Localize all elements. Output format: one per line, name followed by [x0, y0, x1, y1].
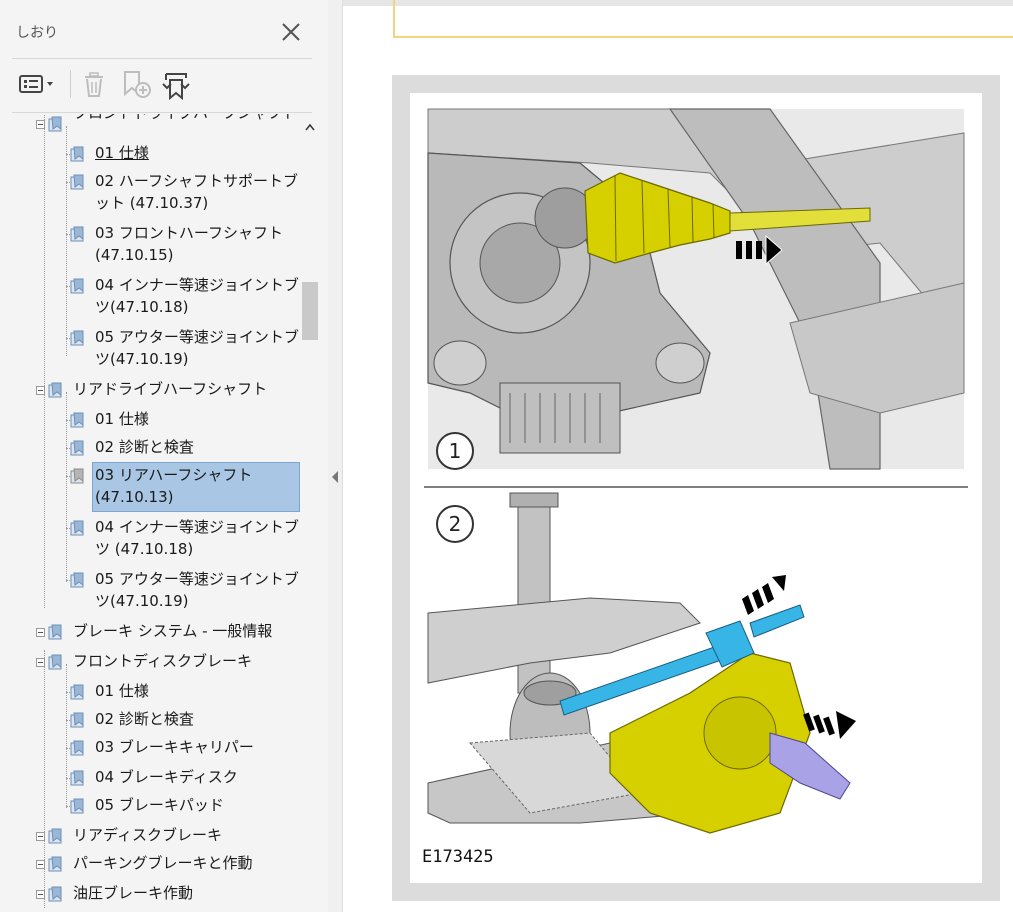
bookmark-label: 01 仕様 — [95, 682, 149, 700]
bookmark-label: 03 リアハーフシャフト — [95, 466, 253, 484]
collapse-toggle-icon[interactable] — [36, 120, 45, 129]
bookmark-icon — [70, 798, 86, 814]
panel-title: しおり — [16, 25, 58, 41]
bookmark-label: 01 仕様 — [95, 144, 149, 162]
bookmark-label-continued: (47.10.15) — [95, 246, 174, 264]
bookmark-icon — [70, 330, 86, 346]
bookmarks-toolbar — [0, 62, 310, 108]
bookmark-label: フロントディスクブレーキ — [73, 652, 252, 670]
scroll-thumb[interactable] — [302, 282, 318, 340]
bookmark-label-continued: ツ (47.10.18) — [95, 540, 194, 558]
tree-guide — [44, 114, 45, 608]
bookmark-icon — [48, 856, 64, 872]
collapse-toggle-icon[interactable] — [36, 890, 45, 899]
bookmark-icon — [48, 654, 64, 670]
tree-scrollbar[interactable] — [300, 114, 320, 912]
bookmark-label: 01 仕様 — [95, 410, 149, 428]
divider — [12, 112, 312, 113]
bookmark-icon — [48, 828, 64, 844]
bookmark-icon — [48, 886, 64, 902]
close-icon[interactable] — [277, 18, 305, 46]
previous-page-box — [393, 0, 1013, 38]
bookmark-label: 04 インナー等速ジョイントブー — [95, 518, 300, 536]
bookmark-icon — [70, 520, 86, 536]
new-bookmark-icon[interactable] — [120, 68, 154, 100]
bookmark-label-continued: ツ(47.10.19) — [95, 592, 189, 610]
collapse-toggle-icon[interactable] — [36, 386, 45, 395]
bookmark-icon — [70, 412, 86, 428]
bookmark-icon — [48, 382, 64, 398]
bookmark-label: 02 ハーフシャフトサポートブラケ — [95, 172, 300, 190]
illustration-panel-1 — [427, 108, 965, 470]
collapse-toggle-icon[interactable] — [36, 628, 45, 637]
bookmark-icon — [70, 684, 86, 700]
collapse-toggle-icon[interactable] — [36, 860, 45, 869]
bookmark-icon — [70, 712, 86, 728]
panel-splitter[interactable] — [328, 0, 343, 912]
callout-1: 1 — [436, 432, 474, 470]
bookmark-label: 02 診断と検査 — [95, 438, 194, 456]
collapse-toggle-icon[interactable] — [36, 658, 45, 667]
toolbar-separator — [70, 70, 71, 98]
bookmark-label: 05 アウター等速ジョイントブー — [95, 328, 300, 346]
bookmark-label: 05 ブレーキパッド — [95, 796, 224, 814]
document-view: 1 2 E173425 — [343, 0, 1013, 912]
bookmark-label-continued: ツ(47.10.19) — [95, 350, 189, 368]
tree-guide — [44, 650, 45, 908]
figure-frame: 1 2 E173425 — [392, 75, 1000, 901]
bookmark-icon — [70, 226, 86, 242]
bookmark-label: 04 インナー等速ジョイントブー — [95, 276, 300, 294]
figure-id: E173425 — [422, 847, 494, 867]
divider — [12, 58, 312, 59]
bookmark-label: パーキングブレーキと作動 — [73, 854, 253, 872]
trash-icon[interactable] — [80, 68, 108, 100]
bookmark-icon — [70, 174, 86, 190]
bookmark-label: ブレーキ システム - 一般情報 — [73, 622, 273, 640]
callout-2: 2 — [436, 505, 474, 543]
bookmark-icon — [70, 278, 86, 294]
direction-arrow — [803, 711, 856, 739]
bookmark-icon — [70, 572, 86, 588]
bookmark-icon — [48, 624, 64, 640]
bookmark-icon — [48, 116, 64, 132]
bookmark-icon — [70, 468, 86, 484]
bookmark-label: 02 診断と検査 — [95, 710, 194, 728]
bookmark-label: 04 ブレーキディスク — [95, 768, 238, 786]
bookmark-label: 油圧ブレーキ作動 — [73, 884, 194, 902]
bookmark-label-continued: ット (47.10.37) — [95, 194, 209, 212]
chevron-up-icon[interactable] — [304, 122, 316, 132]
bookmark-tree: フロントドライブハーフシャフト 01 仕様 02 ハーフシャフトサポートブラケット … — [0, 114, 300, 912]
bookmark-icon — [70, 146, 86, 162]
bookmark-label-continued: ツ(47.10.18) — [95, 298, 189, 316]
bookmark-label: 05 アウター等速ジョイントブー — [95, 570, 300, 588]
tree-guide — [66, 664, 67, 808]
bookmark-label: リアディスクブレーキ — [73, 826, 222, 844]
expand-bookmark-icon[interactable] — [160, 68, 194, 100]
collapse-toggle-icon[interactable] — [36, 832, 45, 841]
bookmark-label: 03 フロントハーフシャフト — [95, 224, 283, 242]
bookmarks-panel: しおり 01 仕様 02 ハーフシャフトサポートブ ット (47.10.37) … — [0, 0, 329, 912]
bookmark-icon — [70, 740, 86, 756]
bookmark-label: リアドライブハーフシャフト — [73, 380, 268, 398]
direction-arrow — [742, 575, 786, 615]
illustration-panel-2 — [427, 492, 856, 834]
bookmark-label: 03 ブレーキキャリパー — [95, 738, 254, 756]
bookmark-label: フロントドライブハーフシャフト — [73, 114, 297, 125]
bookmark-label-continued: (47.10.13) — [95, 488, 174, 506]
tree-guide — [66, 126, 67, 356]
list-options-icon[interactable] — [18, 68, 58, 100]
figure: 1 2 E173425 — [410, 93, 982, 883]
illustration — [424, 108, 968, 834]
bookmark-icon — [70, 440, 86, 456]
collapse-panel-icon[interactable] — [331, 470, 339, 484]
bookmark-icon — [70, 770, 86, 786]
